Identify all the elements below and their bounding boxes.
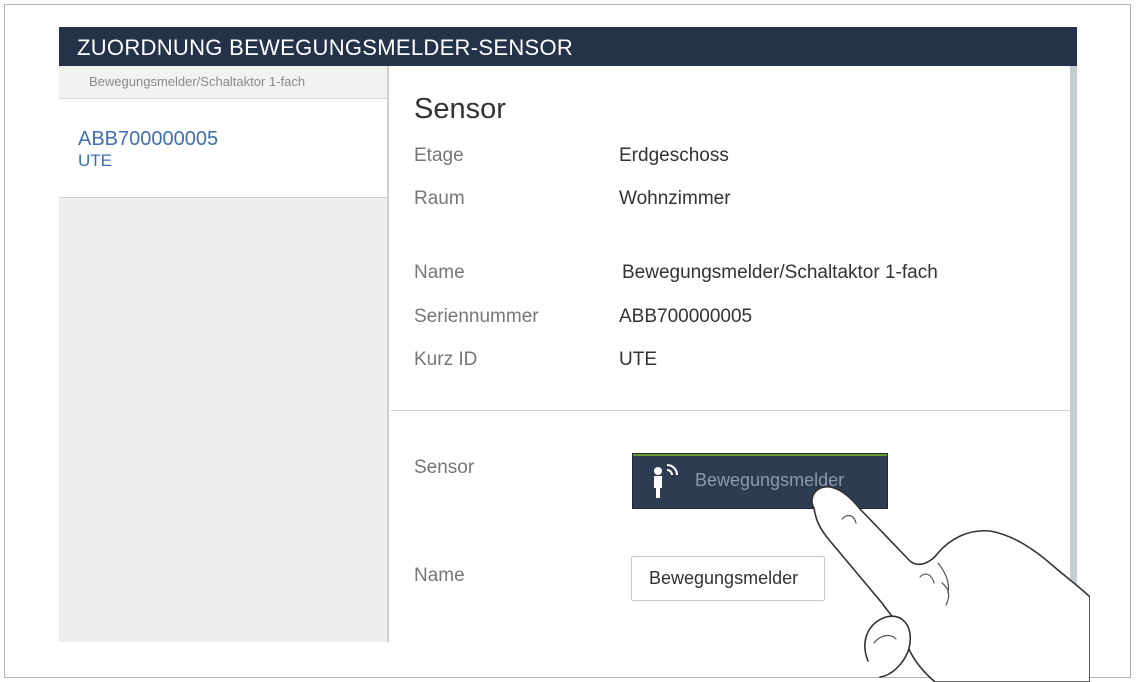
short-id-label: Kurz ID	[414, 349, 478, 370]
sensor-assign-label: Sensor	[414, 457, 475, 478]
serial-number-value: ABB700000005	[619, 306, 753, 327]
motion-detector-icon	[654, 464, 678, 498]
short-id-value: UTE	[619, 349, 657, 370]
screen-edge	[1070, 66, 1077, 639]
breadcrumb-label: Bewegungsmelder/Schaltaktor 1-fach	[89, 74, 306, 89]
serial-number-label: Seriennummer	[414, 306, 539, 327]
breadcrumb[interactable]: Bewegungsmelder/Schaltaktor 1-fach	[59, 66, 387, 99]
etage-value: Erdgeschoss	[619, 145, 729, 166]
etage-label: Etage	[414, 145, 464, 166]
page-title: Sensor	[414, 93, 506, 125]
raum-label: Raum	[414, 188, 465, 209]
sidebar-item-serial: ABB700000005	[78, 128, 219, 150]
name-label: Name	[414, 262, 465, 283]
name-input[interactable]	[631, 556, 825, 601]
raum-value: Wohnzimmer	[619, 188, 731, 209]
sidebar-item-short-id: UTE	[78, 151, 112, 170]
name-value: Bewegungsmelder/Schaltaktor 1-fach	[622, 262, 938, 283]
section-divider	[391, 410, 1070, 411]
assign-name-label: Name	[414, 565, 465, 586]
title-bar: ZUORDNUNG BEWEGUNGSMELDER-SENSOR	[59, 27, 1077, 66]
sidebar-item-device[interactable]: ABB700000005 UTE	[59, 99, 387, 198]
window-title: ZUORDNUNG BEWEGUNGSMELDER-SENSOR	[77, 35, 574, 60]
main-panel: Sensor Etage Erdgeschoss Raum Wohnzimmer…	[391, 66, 1070, 642]
sensor-select-button-label: Bewegungsmelder	[695, 470, 845, 490]
sensor-select-button[interactable]: Bewegungsmelder	[632, 453, 888, 509]
sidebar: Bewegungsmelder/Schaltaktor 1-fach ABB70…	[59, 66, 389, 642]
